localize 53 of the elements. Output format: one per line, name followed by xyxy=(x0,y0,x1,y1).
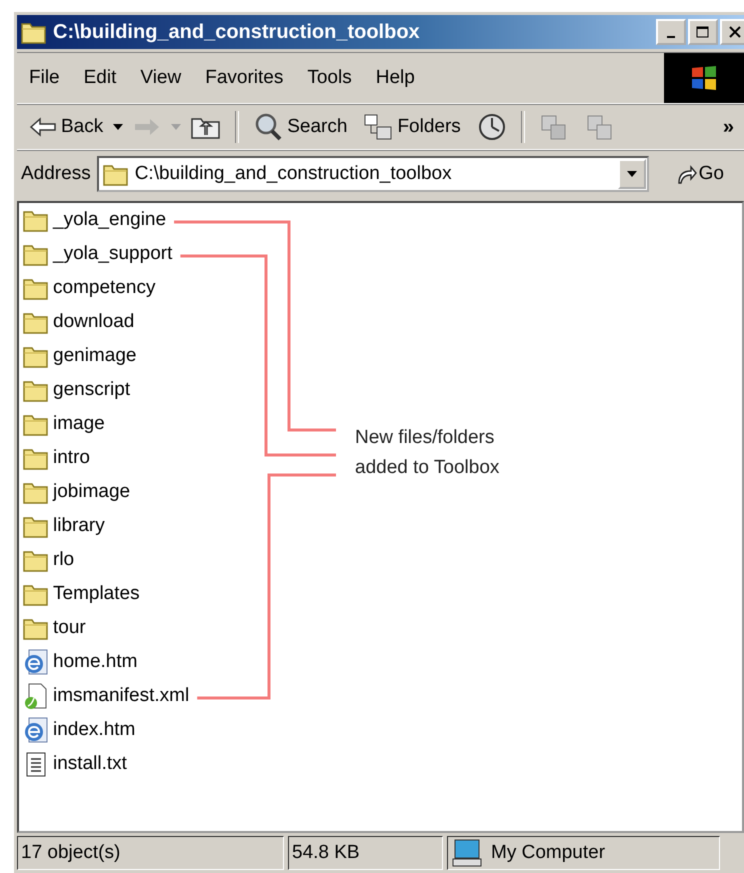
minimize-icon xyxy=(667,36,675,38)
menu-item[interactable]: Edit xyxy=(72,63,128,93)
total-size: 54.8 KB xyxy=(292,842,360,864)
file-name[interactable]: jobimage xyxy=(53,481,130,503)
file-name[interactable]: image xyxy=(53,413,105,435)
file-name[interactable]: genscript xyxy=(53,379,130,401)
file-name[interactable]: install.txt xyxy=(53,753,127,775)
file-name[interactable]: competency xyxy=(53,277,156,299)
web-page-icon xyxy=(23,716,49,744)
caret-icon xyxy=(626,171,637,177)
file-name[interactable]: Templates xyxy=(53,583,140,605)
more-tools-button[interactable]: » xyxy=(722,116,734,138)
file-name[interactable]: library xyxy=(53,515,105,537)
back-arrow-icon xyxy=(29,117,57,137)
annotation-text: New files/folders added to Toolbox xyxy=(355,426,500,480)
zone-label: My Computer xyxy=(491,842,606,864)
file-name[interactable]: download xyxy=(53,311,134,333)
file-name[interactable]: _yola_engine xyxy=(53,209,166,231)
folders-button[interactable]: Folders xyxy=(357,111,467,143)
address-field[interactable]: C:\building_and_construction_toolbox xyxy=(96,156,649,192)
computer-icon xyxy=(451,838,483,868)
minimize-button[interactable] xyxy=(656,19,686,45)
file-name[interactable]: intro xyxy=(53,447,90,469)
file-name[interactable]: rlo xyxy=(53,549,74,571)
file-name[interactable]: tour xyxy=(53,617,86,639)
maximize-button[interactable] xyxy=(688,19,718,45)
file-name[interactable]: genimage xyxy=(53,345,136,367)
document-icon xyxy=(23,682,49,710)
search-button[interactable]: Search xyxy=(247,110,354,144)
menu-item[interactable]: File xyxy=(17,63,72,93)
menu-item[interactable]: Tools xyxy=(295,63,364,93)
go-button[interactable]: Go xyxy=(668,162,730,186)
file-name[interactable]: home.htm xyxy=(53,651,138,673)
menu-item[interactable]: View xyxy=(128,63,194,93)
address-label: Address xyxy=(21,163,91,185)
forward-arrow-icon xyxy=(133,117,162,137)
folders-icon xyxy=(363,113,394,141)
file-name[interactable]: _yola_support xyxy=(53,243,172,265)
back-button[interactable]: Back xyxy=(23,114,110,140)
dropdown-button[interactable] xyxy=(618,159,646,189)
file-name[interactable]: index.htm xyxy=(53,719,136,741)
close-icon xyxy=(728,26,742,38)
web-page-icon xyxy=(23,648,49,676)
maximize-icon xyxy=(696,26,710,38)
search-icon xyxy=(253,112,284,142)
menu-item[interactable]: Favorites xyxy=(193,63,296,93)
clock-icon xyxy=(476,112,507,142)
window-title: C:\building_and_construction_toolbox xyxy=(53,20,421,44)
menu-item[interactable]: Help xyxy=(364,63,427,93)
object-count: 17 object(s) xyxy=(21,842,120,864)
file-name[interactable]: imsmanifest.xml xyxy=(53,685,190,707)
close-button[interactable] xyxy=(720,19,744,45)
caret-icon[interactable] xyxy=(113,124,124,130)
